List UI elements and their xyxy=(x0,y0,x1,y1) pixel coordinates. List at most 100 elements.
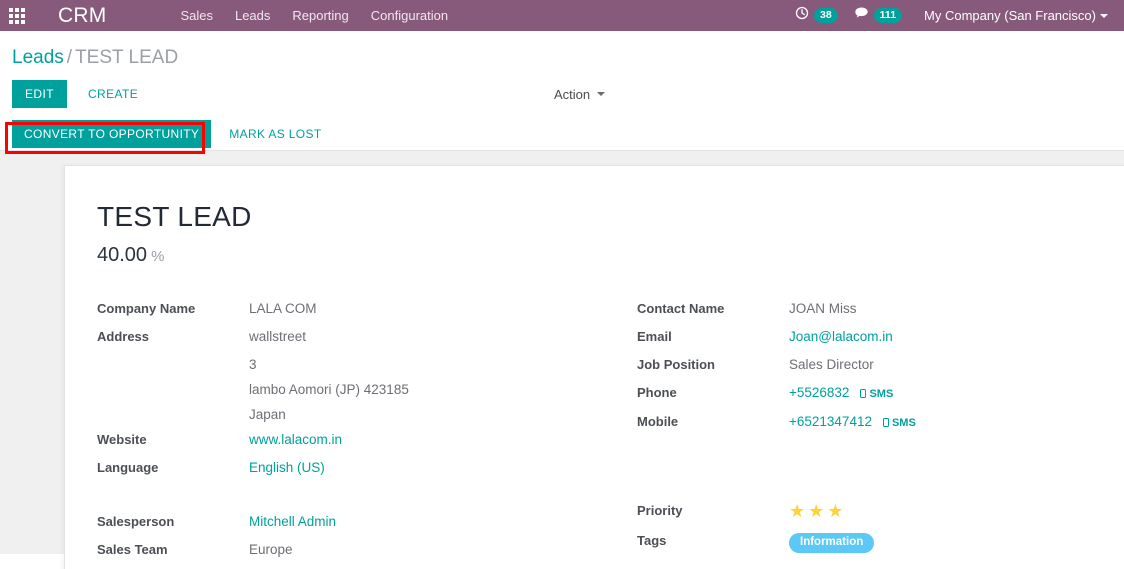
record-toolbar: EDIT CREATE Action xyxy=(0,71,1124,117)
field-row-mobile: Mobile +6521347412 SMS xyxy=(637,413,1100,442)
app-brand-crm[interactable]: CRM xyxy=(58,4,106,28)
mobile-sms-label: SMS xyxy=(891,417,916,429)
mobile-sms-button[interactable]: SMS xyxy=(882,417,916,429)
page-title: TEST LEAD xyxy=(97,201,252,232)
convert-to-opportunity-button[interactable]: CONVERT TO OPPORTUNITY xyxy=(12,119,212,148)
right-group-spacer xyxy=(637,442,789,502)
menu-item-configuration[interactable]: Configuration xyxy=(360,0,459,31)
company-name-value: LALA COM xyxy=(249,301,317,316)
address-label-spacer xyxy=(97,406,249,431)
company-name-label: Company Name xyxy=(97,301,196,316)
breadcrumb-current-record: TEST LEAD xyxy=(75,47,179,68)
field-row-company-name: Company Name LALA COM xyxy=(97,300,637,328)
main-menu: Sales Leads Reporting Configuration xyxy=(169,0,459,31)
navbar-right-group: 38 111 My Company (San Francisco) xyxy=(787,0,1116,31)
activity-count-badge: 38 xyxy=(813,8,838,23)
mobile-phone-icon xyxy=(860,389,867,398)
clock-icon xyxy=(795,6,809,25)
mobile-label: Mobile xyxy=(637,414,679,429)
form-left-column: Company Name LALA COM Address wallstreet… xyxy=(97,300,637,569)
mark-as-lost-button[interactable]: MARK AS LOST xyxy=(219,120,331,148)
phone-sms-button[interactable]: SMS xyxy=(860,388,893,400)
mobile-phone-icon xyxy=(882,418,889,427)
right-field-table: Contact Name JOAN Miss Email Joan@lalaco… xyxy=(637,300,1100,563)
probability-value-group: 40.00% xyxy=(97,242,1100,270)
chat-bubble-icon xyxy=(854,6,869,25)
probability-value: 40.00 xyxy=(97,244,148,266)
job-position-value: Sales Director xyxy=(789,357,874,372)
chevron-down-icon xyxy=(1100,13,1108,18)
breadcrumb-separator: / xyxy=(66,47,73,68)
job-position-label: Job Position xyxy=(637,357,715,372)
phone-value-link[interactable]: +5526832 xyxy=(789,385,849,400)
tags-label: Tags xyxy=(637,533,667,548)
priority-star-rating[interactable]: ★ ★ ★ xyxy=(789,502,846,520)
menu-item-sales[interactable]: Sales xyxy=(169,0,224,31)
field-row-website: Website www.lalacom.in xyxy=(97,431,637,459)
field-row-job-position: Job Position Sales Director xyxy=(637,356,1100,384)
create-button[interactable]: CREATE xyxy=(76,80,150,108)
field-row-phone: Phone +5526832 SMS xyxy=(637,384,1100,413)
language-label: Language xyxy=(97,460,159,475)
user-company-menu[interactable]: My Company (San Francisco) xyxy=(910,0,1116,31)
star-icon[interactable]: ★ xyxy=(789,501,805,521)
star-icon[interactable]: ★ xyxy=(808,501,824,521)
address-label-spacer xyxy=(97,381,249,406)
action-dropdown-label: Action xyxy=(554,86,591,102)
contact-name-value: JOAN Miss xyxy=(789,301,857,316)
star-icon[interactable]: ★ xyxy=(827,501,843,521)
address-line-2: 3 xyxy=(249,357,257,372)
address-line-1: wallstreet xyxy=(249,329,307,344)
field-row-spacer xyxy=(637,442,1100,502)
top-navbar: CRM Sales Leads Reporting Configuration … xyxy=(0,0,1124,31)
company-name-label: My Company (San Francisco) xyxy=(924,8,1096,23)
edit-button[interactable]: EDIT xyxy=(12,80,67,108)
phone-label: Phone xyxy=(637,385,677,400)
language-value-link[interactable]: English (US) xyxy=(249,460,325,475)
messaging-menu[interactable]: 111 xyxy=(846,0,910,31)
field-row-address-line1: Address wallstreet xyxy=(97,328,637,356)
salesperson-label: Salesperson xyxy=(97,514,175,529)
address-line-4: Japan xyxy=(249,407,286,422)
chevron-down-icon xyxy=(597,91,606,96)
record-form-sheet: TEST LEAD 40.00% Company Name LALA COM A… xyxy=(64,165,1124,569)
address-line-3: lambo Aomori (JP) 423185 xyxy=(249,382,409,397)
field-row-contact-name: Contact Name JOAN Miss xyxy=(637,300,1100,328)
menu-item-leads[interactable]: Leads xyxy=(224,0,281,31)
left-field-table: Company Name LALA COM Address wallstreet… xyxy=(97,300,637,569)
action-dropdown[interactable]: Action xyxy=(554,86,606,102)
activity-menu[interactable]: 38 xyxy=(787,0,846,31)
phone-sms-label: SMS xyxy=(869,388,894,400)
field-row-address-line4: Japan xyxy=(97,406,637,431)
field-row-address-line3: lambo Aomori (JP) 423185 xyxy=(97,381,637,406)
record-statusbar: CONVERT TO OPPORTUNITY MARK AS LOST xyxy=(0,117,1124,154)
messages-count-badge: 111 xyxy=(873,8,903,23)
contact-name-label: Contact Name xyxy=(637,301,725,316)
email-label: Email xyxy=(637,329,672,344)
field-row-language: Language English (US) xyxy=(97,459,637,487)
website-value-link[interactable]: www.lalacom.in xyxy=(249,432,342,447)
form-fields-grid: Company Name LALA COM Address wallstreet… xyxy=(97,300,1100,569)
field-row-salesperson: Salesperson Mitchell Admin xyxy=(97,513,637,541)
sales-team-label: Sales Team xyxy=(97,542,168,557)
field-row-email: Email Joan@lalacom.in xyxy=(637,328,1100,356)
probability-unit: % xyxy=(151,248,165,265)
field-row-address-line2: 3 xyxy=(97,356,637,381)
field-row-tags: Tags Information xyxy=(637,532,1100,563)
sales-team-value: Europe xyxy=(249,542,293,557)
field-row-sales-team: Sales Team Europe xyxy=(97,541,637,569)
field-row-spacer xyxy=(97,487,637,513)
form-page-background: TEST LEAD 40.00% Company Name LALA COM A… xyxy=(0,151,1124,569)
address-label: Address xyxy=(97,329,150,344)
email-value-link[interactable]: Joan@lalacom.in xyxy=(789,329,893,344)
control-panel: Leads / TEST LEAD EDIT CREATE Action xyxy=(0,31,1124,117)
apps-grid-icon[interactable] xyxy=(0,0,34,31)
form-right-column: Contact Name JOAN Miss Email Joan@lalaco… xyxy=(637,300,1100,569)
breadcrumb: Leads / TEST LEAD xyxy=(0,31,1124,71)
mobile-value-link[interactable]: +6521347412 xyxy=(789,414,872,429)
menu-item-reporting[interactable]: Reporting xyxy=(281,0,359,31)
breadcrumb-item-leads[interactable]: Leads xyxy=(12,47,64,68)
tag-badge-information[interactable]: Information xyxy=(789,533,875,553)
field-row-priority: Priority ★ ★ ★ xyxy=(637,502,1100,532)
salesperson-value-link[interactable]: Mitchell Admin xyxy=(249,514,336,529)
